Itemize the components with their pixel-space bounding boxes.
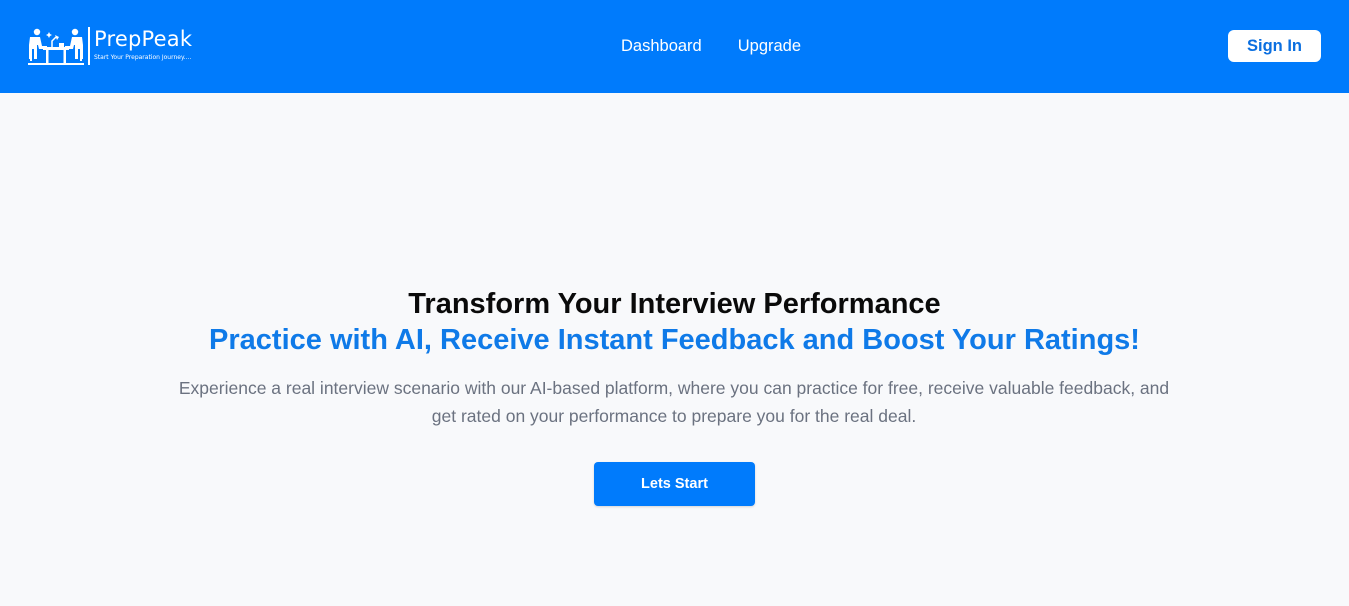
nav-link-upgrade[interactable]: Upgrade — [738, 36, 801, 56]
lets-start-button[interactable]: Lets Start — [594, 462, 755, 506]
hero-section: Transform Your Interview Performance Pra… — [0, 93, 1349, 606]
nav-link-dashboard[interactable]: Dashboard — [621, 36, 702, 56]
brand-tagline: Start Your Preparation Journey.... — [94, 54, 192, 61]
brand-logo[interactable]: PrepPeak Start Your Preparation Journey.… — [28, 26, 192, 68]
logo-text: PrepPeak Start Your Preparation Journey.… — [94, 26, 192, 62]
brand-name: PrepPeak — [94, 27, 193, 51]
logo-divider — [88, 27, 90, 65]
hero-description: Experience a real interview scenario wit… — [178, 378, 1170, 426]
top-navbar: PrepPeak Start Your Preparation Journey.… — [0, 0, 1349, 93]
hero-subtitle: Practice with AI, Receive Instant Feedba… — [209, 324, 1140, 356]
main-nav: Dashboard Upgrade — [621, 36, 801, 56]
interview-desk-icon — [28, 28, 84, 65]
hero-title: Transform Your Interview Performance — [408, 288, 941, 320]
sign-in-button[interactable]: Sign In — [1228, 30, 1321, 62]
